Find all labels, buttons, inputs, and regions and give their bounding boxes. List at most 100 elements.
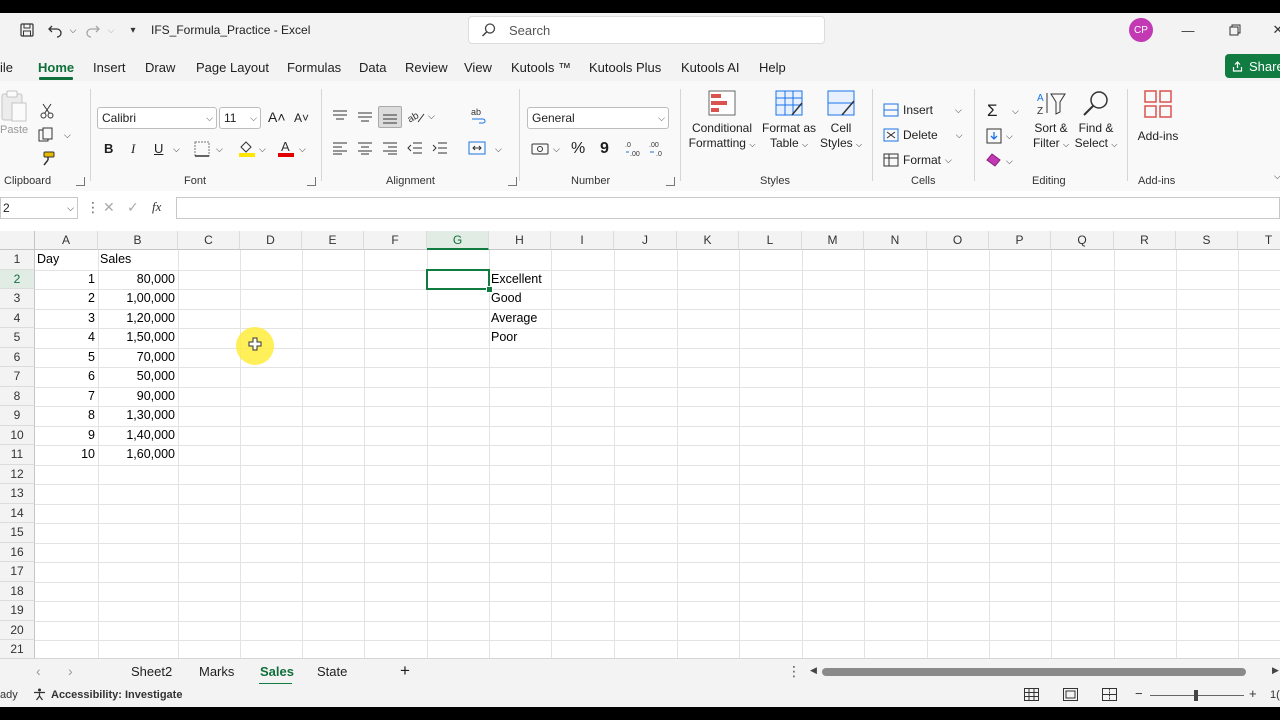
column-header-o[interactable]: O (927, 231, 989, 250)
underline-dropdown-icon[interactable]: ⌵ (173, 144, 180, 155)
row-header-18[interactable]: 18 (0, 581, 35, 601)
column-header-q[interactable]: Q (1051, 231, 1114, 250)
column-header-n[interactable]: N (864, 231, 927, 250)
comma-style-button[interactable]: 9 (600, 140, 609, 158)
previous-sheet-icon[interactable]: ‹ (36, 663, 41, 679)
decrease-decimal-icon[interactable]: .00.0 (648, 139, 668, 160)
accessibility-status[interactable]: Accessibility: Investigate (51, 689, 182, 701)
customize-toolbar-icon[interactable]: ▾ (124, 21, 142, 39)
zoom-level[interactable]: 1( (1270, 689, 1280, 701)
align-center-icon[interactable] (357, 141, 373, 158)
row-header-2[interactable]: 2 (0, 269, 35, 289)
orientation-icon[interactable]: ab (406, 108, 426, 127)
tab-page-layout[interactable]: Page Layout (196, 60, 269, 75)
cell-day[interactable]: 2 (35, 289, 95, 308)
column-header-a[interactable]: A (35, 231, 98, 250)
scroll-left-icon[interactable]: ◀ (810, 665, 817, 676)
cell-day[interactable]: 4 (35, 328, 95, 347)
add-sheet-button[interactable]: + (400, 661, 410, 681)
row-header-9[interactable]: 9 (0, 406, 35, 426)
collapse-ribbon-icon[interactable]: ⌵ (1274, 171, 1280, 182)
cell-sales[interactable]: 70,000 (98, 348, 175, 367)
row-header-6[interactable]: 6 (0, 347, 35, 367)
sheet-tab-marks[interactable]: Marks (199, 664, 234, 679)
row-header-15[interactable]: 15 (0, 523, 35, 543)
column-header-m[interactable]: M (802, 231, 864, 250)
tab-kutools-plus[interactable]: Kutools Plus (589, 60, 661, 75)
cell-day[interactable]: 3 (35, 309, 95, 328)
font-launcher-icon[interactable] (307, 177, 316, 186)
cell-rating[interactable]: Average (491, 309, 537, 328)
delete-cells-button[interactable]: Delete ⌵ (883, 128, 963, 142)
cell-sales[interactable]: 1,20,000 (98, 309, 175, 328)
copy-icon[interactable] (38, 127, 54, 146)
name-box[interactable]: 2 ⌵ (0, 197, 78, 219)
clipboard-launcher-icon[interactable] (76, 177, 85, 186)
redo-icon[interactable] (84, 21, 102, 39)
zoom-out-icon[interactable]: − (1135, 686, 1143, 701)
paste-button[interactable]: Paste (0, 89, 30, 149)
row-header-14[interactable]: 14 (0, 503, 35, 523)
formula-input[interactable] (176, 197, 1280, 219)
wrap-text-icon[interactable]: ab (470, 107, 488, 128)
tab-kutools[interactable]: Kutools ™ (511, 60, 571, 75)
decrease-indent-icon[interactable] (407, 141, 423, 158)
orientation-dropdown-icon[interactable]: ⌵ (428, 111, 435, 122)
close-icon[interactable]: ✕ (1268, 21, 1280, 39)
row-header-7[interactable]: 7 (0, 367, 35, 387)
column-header-h[interactable]: H (489, 231, 551, 250)
insert-function-icon[interactable]: fx (152, 199, 161, 215)
column-header-k[interactable]: K (677, 231, 739, 250)
cell-day[interactable]: 5 (35, 348, 95, 367)
format-painter-icon[interactable] (40, 151, 55, 169)
cell-day[interactable]: 10 (35, 445, 95, 464)
align-right-icon[interactable] (382, 141, 398, 158)
format-as-table-button[interactable]: Format as Table ⌵ (760, 89, 818, 152)
bold-button[interactable]: B (104, 141, 113, 156)
increase-decimal-icon[interactable]: .0.00 (624, 139, 644, 160)
cell-day[interactable]: 7 (35, 387, 95, 406)
cell-sales[interactable]: 80,000 (98, 270, 175, 289)
fill-dropdown-icon[interactable]: ⌵ (1006, 131, 1013, 142)
font-color-icon[interactable]: A (278, 139, 294, 160)
fill-handle[interactable] (486, 286, 493, 293)
row-header-21[interactable]: 21 (0, 640, 35, 660)
confirm-entry-icon[interactable]: ✓ (127, 199, 139, 216)
column-header-l[interactable]: L (739, 231, 802, 250)
alignment-launcher-icon[interactable] (508, 177, 517, 186)
row-header-16[interactable]: 16 (0, 542, 35, 562)
merge-dropdown-icon[interactable]: ⌵ (495, 144, 502, 155)
undo-dropdown-icon[interactable]: ⌵ (64, 21, 82, 39)
number-launcher-icon[interactable] (666, 177, 675, 186)
undo-icon[interactable] (46, 21, 64, 39)
autosum-icon[interactable]: Σ (987, 101, 998, 121)
insert-cells-button[interactable]: Insert ⌵ (883, 103, 962, 117)
row-header-3[interactable]: 3 (0, 289, 35, 309)
clear-dropdown-icon[interactable]: ⌵ (1006, 156, 1013, 167)
column-header-c[interactable]: C (178, 231, 240, 250)
cell-rating[interactable]: Excellent (491, 270, 542, 289)
copy-dropdown-icon[interactable]: ⌵ (64, 130, 71, 141)
shrink-font-button[interactable]: A˅ (294, 111, 309, 125)
percent-style-button[interactable]: % (571, 140, 585, 158)
cell-day[interactable]: 1 (35, 270, 95, 289)
sheet-tab-sales[interactable]: Sales (260, 664, 294, 679)
tab-review[interactable]: Review (405, 60, 448, 75)
sort-filter-button[interactable]: AZ Sort & Filter ⌵ (1030, 89, 1072, 152)
row-header-19[interactable]: 19 (0, 601, 35, 621)
tab-formulas[interactable]: Formulas (287, 60, 341, 75)
accounting-format-icon[interactable] (531, 141, 549, 160)
cell-styles-button[interactable]: Cell Styles ⌵ (818, 89, 864, 152)
underline-button[interactable]: U (154, 141, 163, 156)
select-all-corner[interactable] (0, 231, 35, 250)
align-top-icon[interactable] (332, 109, 348, 126)
row-header-17[interactable]: 17 (0, 562, 35, 582)
horizontal-scrollbar[interactable] (822, 668, 1246, 676)
cell-sales[interactable]: 90,000 (98, 387, 175, 406)
row-header-13[interactable]: 13 (0, 484, 35, 504)
tab-kutools-ai[interactable]: Kutools AI (681, 60, 740, 75)
cut-icon[interactable] (40, 103, 54, 122)
column-header-i[interactable]: I (551, 231, 614, 250)
cell-day[interactable]: 8 (35, 406, 95, 425)
cell-sales[interactable]: 1,00,000 (98, 289, 175, 308)
